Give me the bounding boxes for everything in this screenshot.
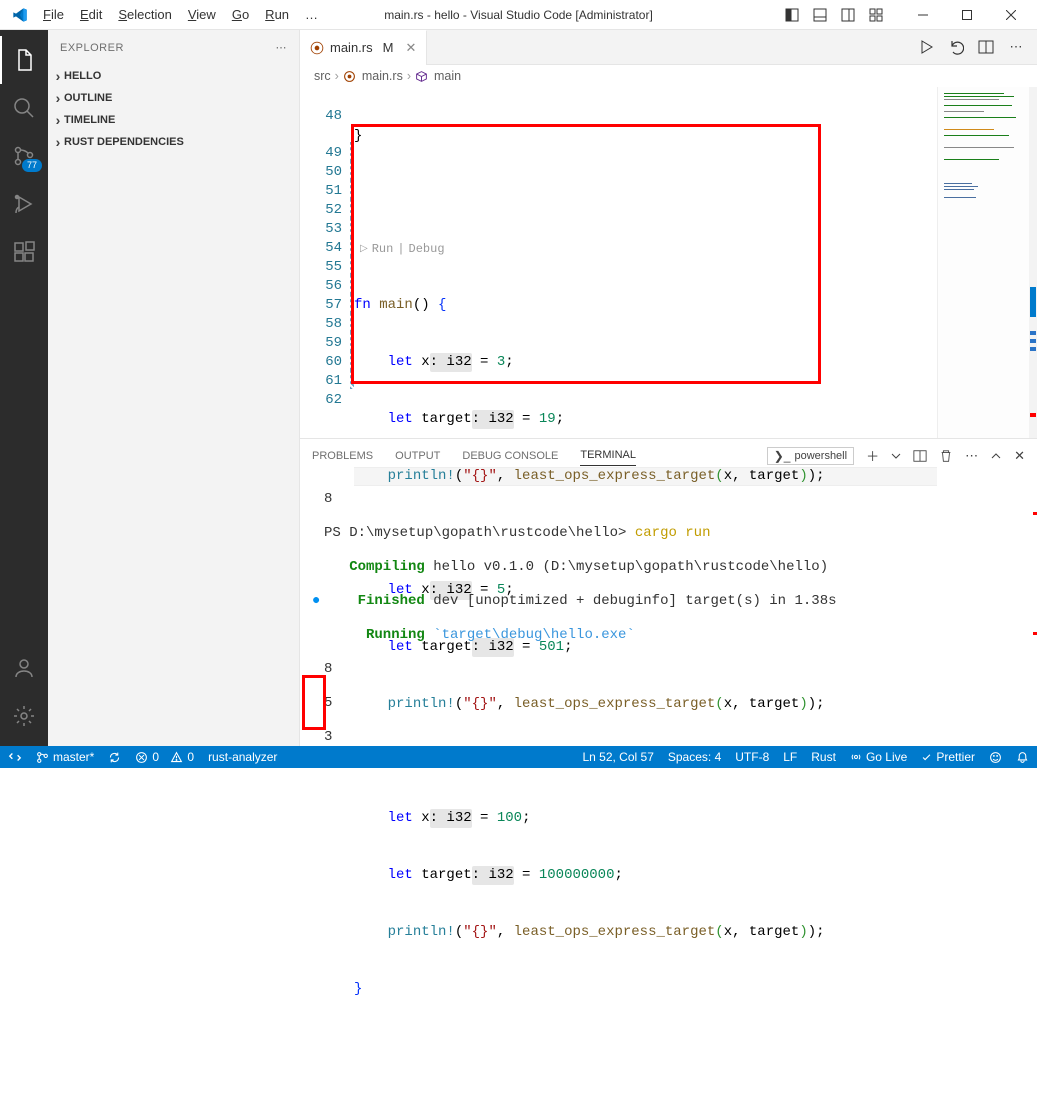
rust-file-icon — [343, 70, 356, 83]
menu-run[interactable]: Run — [258, 5, 296, 24]
window-maximize[interactable] — [945, 1, 989, 29]
activity-settings[interactable] — [0, 692, 48, 740]
activity-bar: 77 — [0, 30, 48, 746]
breadcrumb-src[interactable]: src — [314, 69, 331, 83]
status-sync[interactable] — [108, 751, 121, 764]
activity-search[interactable] — [0, 84, 48, 132]
section-timeline[interactable]: ›TIMELINE — [48, 109, 299, 131]
section-rust-deps[interactable]: ›RUST DEPENDENCIES — [48, 131, 299, 153]
status-bell-icon[interactable] — [1016, 751, 1029, 764]
rust-file-icon — [310, 41, 324, 55]
status-remote[interactable] — [8, 750, 22, 764]
breadcrumb-file[interactable]: main.rs — [362, 69, 403, 83]
panel-more-icon[interactable]: ⋯ — [965, 448, 978, 464]
layout-secondary-icon[interactable] — [837, 4, 859, 26]
activity-extensions[interactable] — [0, 228, 48, 276]
kill-terminal-icon[interactable] — [939, 449, 953, 463]
tab-main-rs[interactable]: main.rs M ✕ — [300, 30, 427, 64]
menu-more[interactable]: … — [298, 5, 325, 24]
window-minimize[interactable] — [901, 1, 945, 29]
editor-tabs: main.rs M ✕ ⋯ — [300, 30, 1037, 65]
menu-go[interactable]: Go — [225, 5, 256, 24]
terminal[interactable]: 8 PS D:\mysetup\gopath\rustcode\hello> c… — [300, 472, 1037, 746]
layout-panel-icon[interactable] — [809, 4, 831, 26]
sidebar: EXPLORER ⋯ ›HELLO ›OUTLINE ›TIMELINE ›RU… — [48, 30, 300, 746]
status-feedback-icon[interactable] — [989, 751, 1002, 764]
titlebar: File Edit Selection View Go Run … main.r… — [0, 0, 1037, 30]
menu-file[interactable]: File — [36, 5, 71, 24]
code-editor[interactable]: 48 49 50 51 52 53 54 55 56 57 58 59 60 6… — [300, 87, 1037, 438]
editor-area: main.rs M ✕ ⋯ src › main.rs › main — [300, 30, 1037, 746]
section-outline[interactable]: ›OUTLINE — [48, 87, 299, 109]
code-content[interactable]: } ▷Run|Debug fn main() { let x: i32 = 3;… — [354, 87, 937, 438]
scm-badge: 77 — [22, 159, 42, 172]
overview-ruler-mark — [1033, 632, 1037, 635]
debug-rerun-icon[interactable] — [947, 38, 965, 56]
breadcrumb-main[interactable]: main — [434, 69, 461, 83]
tab-status: M — [383, 40, 394, 55]
sidebar-more-icon[interactable]: ⋯ — [276, 41, 288, 54]
codelens[interactable]: ▷Run|Debug — [354, 240, 937, 258]
tab-label: main.rs — [330, 40, 373, 55]
breadcrumb[interactable]: src › main.rs › main — [300, 65, 1037, 87]
activity-debug[interactable] — [0, 180, 48, 228]
menu-selection[interactable]: Selection — [111, 5, 178, 24]
window-title: main.rs - hello - Visual Studio Code [Ad… — [384, 8, 653, 22]
section-hello[interactable]: ›HELLO — [48, 65, 299, 87]
activity-account[interactable] — [0, 644, 48, 692]
status-rust-analyzer[interactable]: rust-analyzer — [208, 750, 277, 764]
activity-explorer[interactable] — [0, 36, 48, 84]
split-editor-icon[interactable] — [977, 38, 995, 56]
menu-view[interactable]: View — [181, 5, 223, 24]
panel: PROBLEMS OUTPUT DEBUG CONSOLE TERMINAL ❯… — [300, 438, 1037, 746]
run-icon[interactable] — [917, 38, 935, 56]
line-gutter: 48 49 50 51 52 53 54 55 56 57 58 59 60 6… — [300, 87, 350, 438]
editor-more-icon[interactable]: ⋯ — [1007, 38, 1025, 56]
vscode-icon — [12, 7, 28, 23]
tab-close-icon[interactable]: ✕ — [405, 40, 416, 56]
panel-close-icon[interactable]: ✕ — [1014, 448, 1025, 464]
status-branch[interactable]: master* — [36, 750, 94, 764]
minimap[interactable] — [937, 87, 1037, 438]
menu-bar: File Edit Selection View Go Run … — [36, 5, 325, 24]
menu-edit[interactable]: Edit — [73, 5, 109, 24]
overview-ruler-mark — [1033, 512, 1037, 515]
panel-up-icon[interactable] — [990, 450, 1002, 462]
activity-scm[interactable]: 77 — [0, 132, 48, 180]
layout-primary-icon[interactable] — [781, 4, 803, 26]
window-close[interactable] — [989, 1, 1033, 29]
sidebar-title: EXPLORER — [60, 42, 124, 54]
symbol-method-icon — [415, 70, 428, 83]
layout-customize-icon[interactable] — [865, 4, 887, 26]
status-problems[interactable]: 0 0 — [135, 750, 194, 764]
